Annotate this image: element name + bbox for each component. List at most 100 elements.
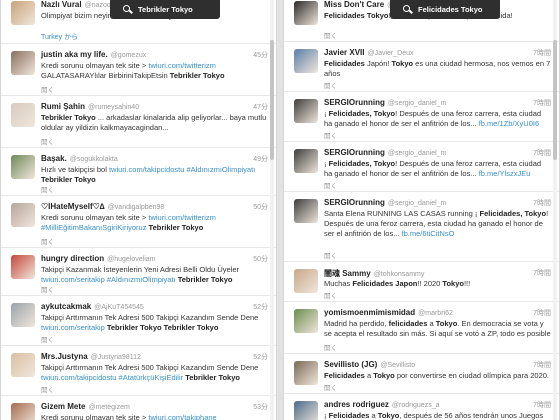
timestamp[interactable]: 7時間 [533,268,551,278]
avatar[interactable] [11,255,35,279]
author-name[interactable]: SERGIOrunning [324,148,385,157]
tweet-link[interactable]: twiuri.com/takiphane [148,413,216,420]
avatar[interactable] [294,149,318,173]
author-handle[interactable]: @sergio_daniel_m [388,100,446,107]
author-name[interactable]: Başak. [41,154,67,163]
author-name[interactable]: yomismoenmimismidad [324,308,415,317]
open-link[interactable]: 開く [41,384,54,394]
open-link[interactable]: 開く [41,184,54,194]
open-link[interactable]: 開く [324,130,337,140]
avatar[interactable] [11,403,35,420]
scrollbar-thumb[interactable] [553,40,557,160]
avatar[interactable] [294,199,318,223]
timestamp[interactable]: 49分 [253,154,268,164]
author-name[interactable]: 闇魂 Sammy [324,269,371,278]
author-handle[interactable]: @AjKuT454545 [94,304,144,311]
author-handle[interactable]: @Sevillisto [380,362,415,369]
avatar[interactable] [11,1,35,25]
avatar[interactable] [11,353,35,377]
timestamp[interactable]: 52分 [253,352,268,362]
open-link[interactable]: 開く [41,136,54,146]
tweet-item[interactable]: 闇魂 Sammy @tohkonsammy 7時間 Muchas Felicidade… [284,262,559,302]
tweet-item[interactable]: justin aka my life. @gomezux 45分 Kredi soru… [1,44,276,96]
author-name[interactable]: SERGIOrunning [324,98,385,107]
author-handle[interactable]: @gomezux [111,52,147,59]
author-name[interactable]: hungry direction [41,254,104,263]
avatar[interactable] [11,103,35,127]
timestamp[interactable]: 7時間 [533,98,551,108]
tweet-item[interactable]: Sevillisto (JG) @Sevillisto 7時間 Felicidades… [284,354,559,394]
tweet-item[interactable]: SERGIOrunning @sergio_daniel_m 7時間 ¡ Felici… [284,92,559,142]
open-link[interactable]: 開く [324,30,337,40]
open-link[interactable]: 開く [41,334,54,344]
search-bar-right[interactable]: Felicidades Tokyo [390,0,500,19]
avatar[interactable] [294,309,318,333]
author-handle[interactable]: @rumeysahin40 [88,104,139,111]
timestamp[interactable]: 50分 [253,254,268,264]
timestamp[interactable]: 7時間 [533,360,551,370]
tweet-item[interactable]: andres rodriguez @rodriguezs_a 7時間 ¡ Felici… [284,394,559,420]
author-handle[interactable]: @sergio_daniel_m [388,150,446,157]
tweet-link[interactable]: twiuri.com/seritakip [41,323,105,332]
tweet-item[interactable]: SERGIOrunning @sergio_daniel_m 7時間 ¡ Felici… [284,142,559,192]
timestamp[interactable]: 7時間 [533,198,551,208]
author-handle[interactable]: @rodriguezs_a [392,402,440,409]
scrollbar-thumb[interactable] [270,40,274,160]
tweet-item[interactable]: Rumi Şahin @rumeysahin40 47分 Tebrikler Toky… [1,96,276,148]
avatar[interactable] [294,99,318,123]
timestamp[interactable]: 7時間 [533,400,551,410]
timestamp[interactable]: 50分 [253,202,268,212]
avatar[interactable] [11,303,35,327]
tweet-link[interactable]: twiuri.com/seritakip #AldınızmıOlimpiyat… [41,275,176,284]
timestamp[interactable]: 47分 [253,102,268,112]
open-link[interactable]: 開く [41,284,54,294]
author-name[interactable]: SERGIOrunning [324,198,385,207]
tweet-link[interactable]: fb.me/6tiCitNsO [402,229,455,238]
open-link[interactable]: 開く [324,382,337,392]
timestamp[interactable]: 7時間 [533,308,551,318]
author-handle[interactable]: @tohkonsammy [374,271,425,278]
open-link[interactable]: 開く [324,180,337,190]
open-link[interactable]: 開く [41,236,54,246]
author-handle[interactable]: @marbri62 [418,310,453,317]
timestamp[interactable]: 7時間 [533,48,551,58]
tweet-item[interactable]: aykutcakmak @AjKuT454545 52分 Takipçi Arttır… [1,296,276,346]
author-name[interactable]: Nazlı Vural [41,0,82,9]
timestamp[interactable]: 45分 [253,50,268,60]
author-handle[interactable]: @nazoo [85,2,111,9]
avatar[interactable] [11,203,35,227]
author-name[interactable]: Gizem Mete [41,402,85,411]
scrollbar[interactable] [553,0,557,420]
avatar[interactable] [11,155,35,179]
avatar[interactable] [294,401,318,420]
author-name[interactable]: ♡IHateMyself♡∆ [41,202,105,211]
author-handle[interactable]: @metegizem [88,404,129,411]
timestamp[interactable]: 52分 [253,302,268,312]
tweet-item[interactable]: yomismoenmimismidad @marbri62 7時間 Madrid ha… [284,302,559,354]
scrollbar[interactable] [270,0,274,420]
author-handle[interactable]: @sogukkolakta [70,156,118,163]
avatar[interactable] [294,49,318,73]
open-link[interactable]: 開く [324,250,337,260]
avatar[interactable] [11,51,35,75]
geo-location[interactable]: Turkey から [41,32,78,42]
tweet-item[interactable]: ♡IHateMyself♡∆ @vandigalpben98 50分 Kredi so… [1,196,276,248]
avatar[interactable] [294,361,318,385]
tweet-item[interactable]: Gizem Mete @metegizem 53分 Kredi sorunu olma… [1,396,276,420]
author-name[interactable]: Mrs.Justyna [41,352,88,361]
tweet-link[interactable]: twiuri.com/takipcidostu #AtatürkçüKişiEd… [41,373,183,382]
tweet-link[interactable]: fb.me/1Zb/XyU0I6 [479,119,539,128]
author-name[interactable]: aykutcakmak [41,302,91,311]
tweet-item[interactable]: Başak. @sogukkolakta 49分 Hızlı ve takipçisi… [1,148,276,196]
author-handle[interactable]: @Justyna98112 [91,354,141,361]
author-handle[interactable]: @hugeloveliam [107,256,155,263]
open-link[interactable]: 開く [41,84,54,94]
open-link[interactable]: 開く [324,290,337,300]
author-handle[interactable]: @sergio_daniel_m [388,200,446,207]
tweet-item[interactable]: SERGIOrunning @sergio_daniel_m 7時間 Santa El… [284,192,559,262]
avatar[interactable] [294,1,318,25]
author-name[interactable]: Miss Don't Care [324,0,384,9]
timestamp[interactable]: 53分 [253,402,268,412]
avatar[interactable] [294,269,318,293]
author-handle[interactable]: @Javier_Deux [367,50,413,57]
